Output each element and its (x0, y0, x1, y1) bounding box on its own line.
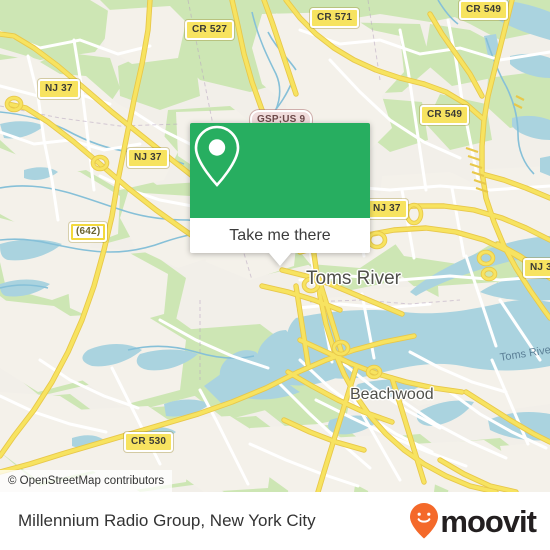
popup-pointer (269, 253, 291, 266)
location-popup[interactable]: Take me there (190, 123, 370, 266)
map-canvas[interactable]: CR 527 CR 571 CR 549 CR 549 NJ 37 NJ 37 … (0, 0, 550, 492)
road-shield-nj37-a[interactable]: NJ 37 (38, 79, 80, 99)
road-shield-nj37-c[interactable]: NJ 37 (366, 199, 408, 219)
moovit-smiley-pin-icon (410, 503, 439, 539)
popup-image-area (190, 123, 370, 218)
map-screenshot: CR 527 CR 571 CR 549 CR 549 NJ 37 NJ 37 … (0, 0, 550, 550)
footer-bar: Millennium Radio Group, New York City mo… (0, 492, 550, 550)
road-shield-cr527[interactable]: CR 527 (185, 20, 235, 40)
map-attribution[interactable]: © OpenStreetMap contributors (0, 470, 173, 492)
road-shield-nj3-d[interactable]: NJ 3 (523, 258, 550, 278)
road-shield-cr530[interactable]: CR 530 (124, 432, 174, 452)
road-shield-cr571[interactable]: CR 571 (310, 8, 360, 28)
take-me-there-button[interactable]: Take me there (190, 218, 370, 253)
map-pin-icon (194, 125, 240, 187)
road-shield-cr549-b[interactable]: CR 549 (420, 105, 470, 125)
road-shield-cr549-a[interactable]: CR 549 (459, 0, 509, 20)
footer-location-title: Millennium Radio Group, New York City (18, 511, 316, 530)
road-shield-642[interactable]: (642) (69, 222, 108, 242)
moovit-wordmark: moovit (440, 503, 537, 539)
place-label-beachwood: Beachwood (350, 386, 434, 403)
place-label-toms-river: Toms River (306, 268, 402, 289)
moovit-logo[interactable]: moovit (409, 502, 537, 540)
road-shield-nj37-b[interactable]: NJ 37 (127, 148, 169, 168)
